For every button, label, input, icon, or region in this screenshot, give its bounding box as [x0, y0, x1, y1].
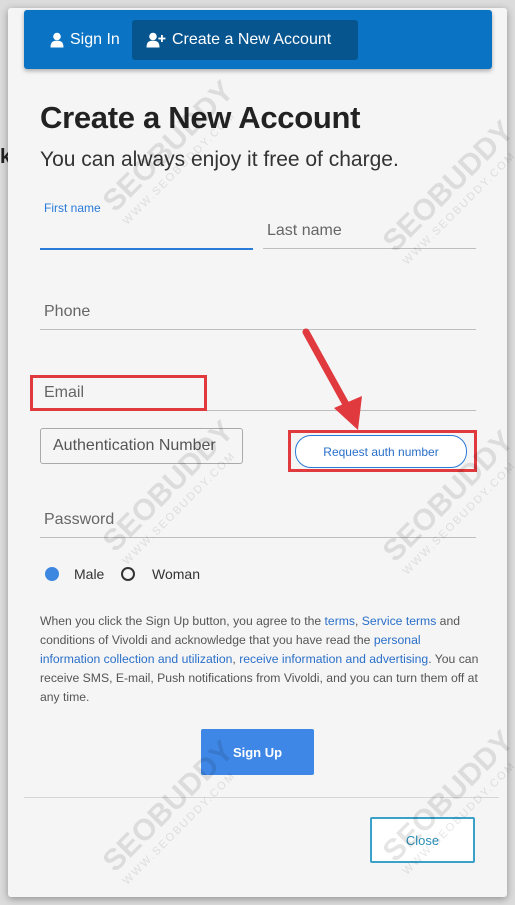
watermark-url: WWW.SEOBUDDY.COM — [120, 769, 239, 888]
phone-placeholder: Phone — [44, 303, 91, 320]
annotation-arrow-icon — [302, 328, 362, 430]
gender-label-woman: Woman — [152, 566, 200, 582]
auth-number-placeholder: Authentication Number — [53, 437, 216, 454]
close-button[interactable]: Close — [370, 817, 475, 863]
terms-link[interactable]: terms — [325, 614, 355, 628]
tab-bar: Sign In Create a New Account — [24, 10, 492, 69]
terms-text: When you click the Sign Up button, you a… — [40, 614, 325, 628]
first-name-field[interactable] — [40, 218, 253, 250]
first-name-label: First name — [44, 201, 101, 215]
terms-notice: When you click the Sign Up button, you a… — [40, 612, 480, 707]
terms-separator: , — [355, 614, 362, 628]
footer-divider — [24, 797, 499, 798]
user-plus-icon — [146, 32, 166, 48]
phone-field[interactable]: Phone — [40, 298, 476, 330]
signup-modal: Sign In Create a New Account Create a Ne… — [8, 8, 515, 897]
receive-information-link[interactable]: receive information and advertising — [239, 652, 428, 666]
tab-create-account[interactable]: Create a New Account — [132, 20, 358, 60]
gender-radio-male[interactable] — [45, 567, 59, 581]
gender-label-male: Male — [74, 566, 105, 582]
tab-sign-in[interactable]: Sign In — [40, 20, 134, 60]
password-field[interactable]: Password — [40, 506, 476, 538]
user-icon — [50, 32, 64, 48]
password-placeholder: Password — [44, 511, 115, 528]
auth-number-field[interactable]: Authentication Number — [40, 428, 243, 464]
sign-up-button[interactable]: Sign Up — [201, 729, 314, 775]
tab-create-account-label: Create a New Account — [172, 31, 332, 48]
annotation-highlight-request-button — [288, 430, 477, 472]
tab-sign-in-label: Sign In — [70, 31, 120, 48]
service-terms-link[interactable]: Service terms — [362, 614, 437, 628]
watermark-brand: SEOBUDDY — [96, 74, 241, 219]
gender-radio-woman[interactable] — [121, 567, 135, 581]
last-name-placeholder: Last name — [267, 222, 342, 239]
page-subtitle: You can always enjoy it free of charge. — [40, 148, 399, 171]
page-title: Create a New Account — [40, 100, 361, 135]
annotation-highlight-email — [30, 375, 207, 411]
last-name-field[interactable]: Last name — [263, 218, 476, 249]
